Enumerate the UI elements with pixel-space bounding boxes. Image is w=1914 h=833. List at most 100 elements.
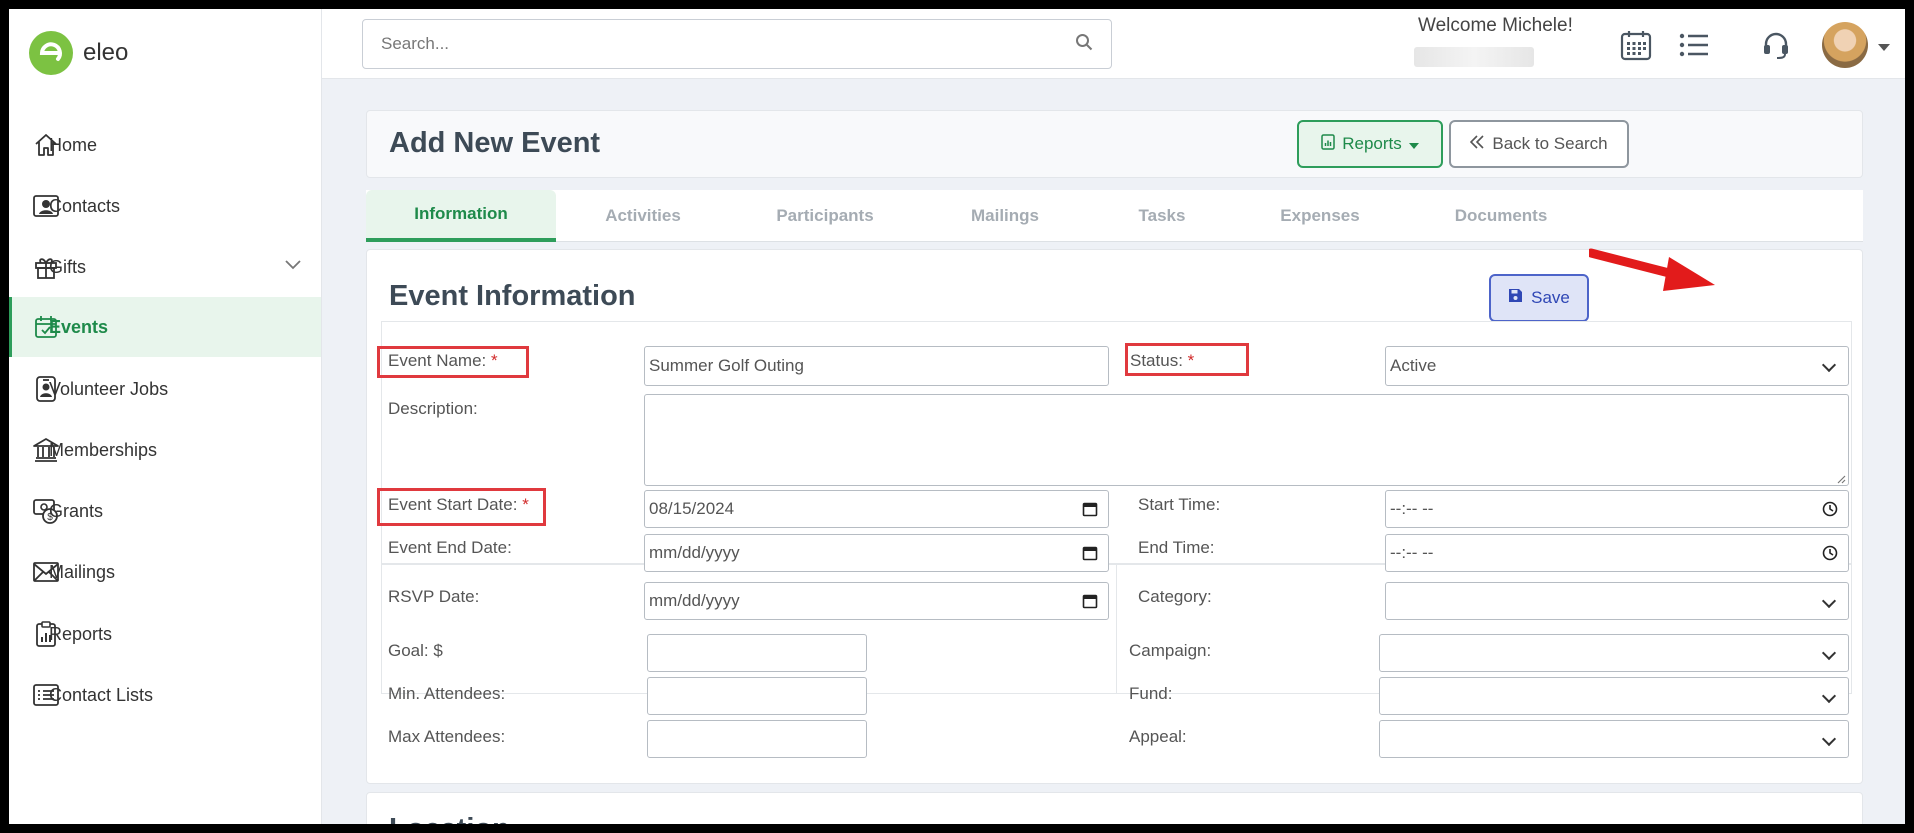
event-name-label: Event Name: * [388, 351, 498, 370]
sidebar-item-label: Mailings [49, 561, 116, 582]
start-time-label: Start Time: [1138, 495, 1221, 514]
reports-dropdown-button[interactable]: Reports [1297, 120, 1443, 168]
tab-participants[interactable]: Participants [730, 190, 920, 242]
min-attendees-input[interactable] [647, 677, 867, 715]
clock-icon[interactable] [1822, 501, 1838, 522]
rsvp-date-field[interactable]: mm/dd/yyyy [644, 582, 1109, 620]
fund-label: Fund: [1129, 684, 1173, 703]
appeal-select[interactable] [1379, 720, 1849, 758]
tab-documents[interactable]: Documents [1406, 190, 1596, 242]
clock-icon[interactable] [1822, 545, 1838, 566]
sidebar-item-mailings[interactable]: Mailings [9, 542, 321, 602]
sidebar-item-home[interactable]: Home [9, 115, 321, 175]
sidebar-item-memberships[interactable]: Memberships [9, 420, 321, 480]
campaign-label: Campaign: [1129, 641, 1212, 660]
tab-expenses[interactable]: Expenses [1234, 190, 1406, 242]
calendar-icon[interactable] [1082, 501, 1098, 522]
save-button-label: Save [1531, 288, 1570, 307]
status-label: Status: * [1130, 351, 1195, 370]
page-title: Add New Event [389, 127, 601, 159]
task-list-icon[interactable] [1676, 27, 1712, 63]
caret-down-icon [1408, 134, 1419, 154]
sidebar-item-volunteer-jobs[interactable]: Volunteer Jobs [9, 359, 321, 419]
headset-support-icon[interactable] [1758, 27, 1794, 63]
sidebar-item-label: Home [49, 134, 98, 155]
category-select[interactable] [1385, 582, 1849, 620]
sidebar-item-events[interactable]: Events [9, 297, 321, 357]
event-end-date-label: Event End Date: [388, 538, 512, 557]
min-attendees-label: Min. Attendees: [388, 684, 506, 703]
sidebar-item-contact-lists[interactable]: Contact Lists [9, 665, 321, 725]
sidebar-item-label: Reports [49, 623, 113, 644]
app-window: eleo Home Contacts Gifts Events Voluntee… [9, 9, 1905, 824]
description-textarea[interactable] [644, 394, 1849, 486]
event-start-date-field[interactable]: 08/15/2024 [644, 490, 1109, 528]
max-attendees-input[interactable] [647, 720, 867, 758]
back-to-search-button[interactable]: Back to Search [1449, 120, 1629, 168]
rsvp-date-label: RSVP Date: [388, 587, 480, 606]
sidebar-item-label: Grants [49, 500, 104, 521]
status-select[interactable]: Active [1385, 346, 1849, 386]
end-time-label: End Time: [1138, 538, 1215, 557]
rsvp-date-value: mm/dd/yyyy [649, 591, 740, 610]
top-bar: Welcome Michele! [322, 9, 1905, 79]
tab-information[interactable]: Information [366, 190, 556, 242]
sidebar-item-label: Contacts [49, 195, 121, 216]
appeal-label: Appeal: [1129, 727, 1187, 746]
start-time-field[interactable]: --:-- -- [1385, 490, 1849, 528]
double-chevron-left-icon [1470, 134, 1484, 154]
section-title: Event Information [389, 280, 636, 312]
calendar-icon[interactable] [1082, 545, 1098, 566]
sidebar-item-label: Volunteer Jobs [49, 378, 169, 399]
tab-bar: Information Activities Participants Mail… [366, 190, 1863, 242]
sidebar-item-label: Contact Lists [49, 684, 154, 705]
calendar-icon[interactable] [1082, 593, 1098, 614]
tab-mailings[interactable]: Mailings [920, 190, 1090, 242]
max-attendees-label: Max Attendees: [388, 727, 506, 746]
brand-name: eleo [83, 39, 129, 66]
tab-tasks[interactable]: Tasks [1090, 190, 1234, 242]
sidebar-item-label: Events [49, 316, 109, 337]
eleo-logo-icon [29, 31, 73, 75]
sidebar-item-grants[interactable]: $ Grants [9, 481, 321, 541]
avatar[interactable] [1822, 22, 1868, 68]
tab-activities[interactable]: Activities [556, 190, 730, 242]
event-information-card: Event Information Save Event Name: * Sum… [366, 249, 1863, 784]
location-title: Location [389, 813, 510, 824]
page-header: Add New Event Reports Back to Search [366, 110, 1863, 178]
campaign-select[interactable] [1379, 634, 1849, 672]
fund-select[interactable] [1379, 677, 1849, 715]
back-button-label: Back to Search [1492, 134, 1608, 153]
event-end-date-value: mm/dd/yyyy [649, 543, 740, 562]
floppy-disk-icon [1508, 288, 1523, 308]
search-input[interactable] [381, 34, 1075, 54]
calendar-grid-icon[interactable] [1618, 27, 1654, 63]
goal-input[interactable] [647, 634, 867, 672]
event-name-field[interactable]: Summer Golf Outing [644, 346, 1109, 386]
sidebar: eleo Home Contacts Gifts Events Voluntee… [9, 9, 322, 824]
description-label: Description: [388, 399, 478, 418]
reports-button-label: Reports [1342, 134, 1402, 153]
brand-logo[interactable]: eleo [29, 31, 128, 75]
caret-down-icon[interactable] [1878, 39, 1890, 57]
start-time-value: --:-- -- [1390, 499, 1434, 518]
end-time-field[interactable]: --:-- -- [1385, 534, 1849, 572]
sidebar-item-gifts[interactable]: Gifts [9, 237, 321, 297]
event-start-date-label: Event Start Date: * [388, 495, 529, 514]
category-label: Category: [1138, 587, 1212, 606]
sidebar-item-contacts[interactable]: Contacts [9, 176, 321, 236]
welcome-text: Welcome Michele! [1418, 15, 1573, 36]
sidebar-item-reports[interactable]: Reports [9, 604, 321, 664]
sidebar-item-label: Memberships [49, 439, 158, 460]
search-icon[interactable] [1075, 33, 1093, 56]
redacted-org-name [1414, 47, 1534, 67]
clipboard-chart-icon [1321, 133, 1335, 155]
chevron-down-icon[interactable] [285, 257, 301, 275]
event-end-date-field[interactable]: mm/dd/yyyy [644, 534, 1109, 572]
save-button[interactable]: Save [1489, 274, 1589, 322]
location-card: Location [366, 792, 1863, 824]
search-box [362, 19, 1112, 69]
resize-handle-icon[interactable] [1836, 469, 1846, 489]
sidebar-item-label: Gifts [49, 256, 87, 277]
end-time-value: --:-- -- [1390, 543, 1434, 562]
